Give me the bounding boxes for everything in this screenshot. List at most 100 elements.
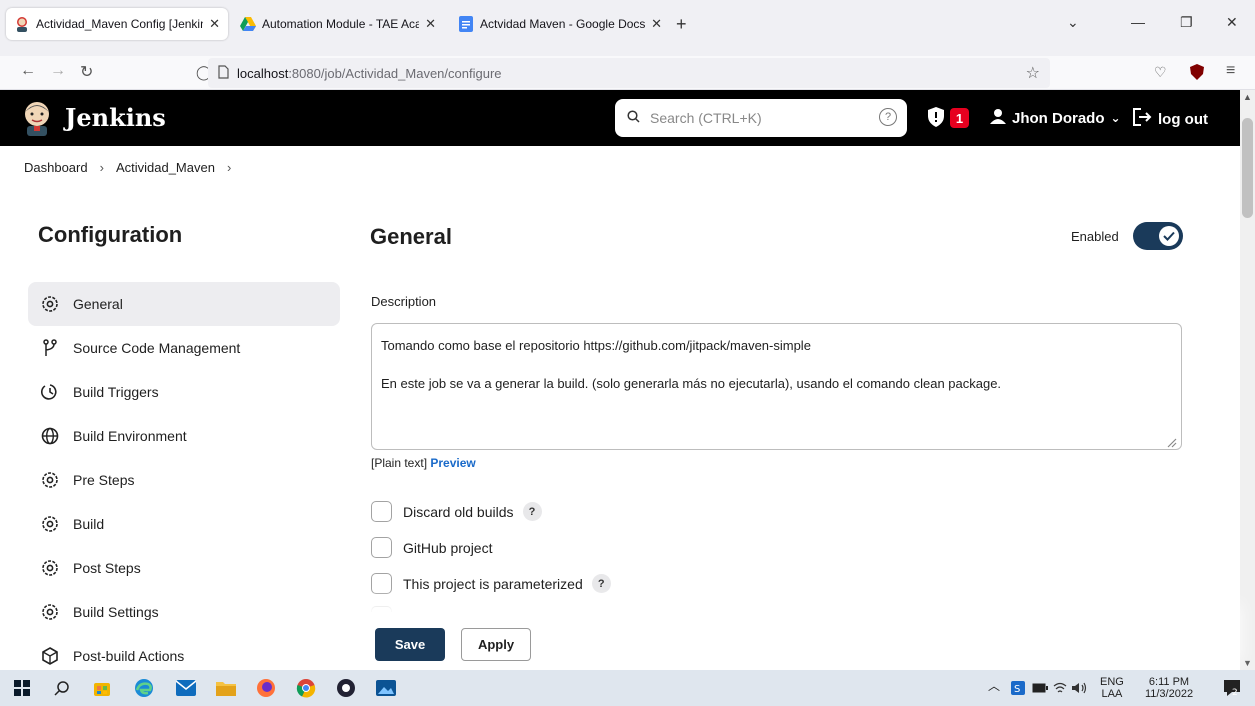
tab-label: Actvidad Maven - Google Docs	[480, 17, 646, 31]
store-icon[interactable]	[92, 678, 112, 698]
tab-label: Actividad_Maven Config [Jenkins]	[36, 17, 204, 31]
scroll-down-icon[interactable]: ▼	[1243, 658, 1252, 668]
globe-icon	[40, 426, 60, 446]
cube-icon	[40, 646, 60, 666]
tray-app-icon[interactable]: S	[1008, 678, 1028, 698]
logout-label: log out	[1158, 110, 1208, 128]
user-menu[interactable]: Jhon Dorado ⌄	[990, 108, 1121, 128]
browser-tab-drive[interactable]: Automation Module - TAE Acad ✕	[232, 8, 444, 40]
reload-icon[interactable]: ↻	[80, 62, 93, 82]
battery-icon[interactable]	[1030, 678, 1050, 698]
app-icon[interactable]	[336, 678, 356, 698]
scroll-up-icon[interactable]: ▲	[1243, 92, 1252, 102]
tray-expand-icon[interactable]: ︿	[988, 680, 1000, 692]
sidebar-item-build[interactable]: Build	[28, 502, 340, 546]
scrollbar-thumb[interactable]	[1242, 118, 1253, 218]
hamburger-menu-icon[interactable]: ≡	[1226, 62, 1235, 80]
option-github-project[interactable]: GitHub project	[371, 537, 492, 558]
resize-grip-icon[interactable]	[1165, 436, 1177, 451]
sidebar-item-build-environment[interactable]: Build Environment	[28, 414, 340, 458]
tab-label: Automation Module - TAE Acad	[262, 17, 420, 31]
search-icon[interactable]	[52, 678, 72, 698]
sidebar-item-post-steps[interactable]: Post Steps	[28, 546, 340, 590]
bookmark-star-icon[interactable]: ☆	[1026, 63, 1040, 83]
apply-button[interactable]: Apply	[461, 628, 531, 661]
jenkins-search-input[interactable]: Search (CTRL+K) ?	[615, 99, 907, 137]
notification-center-icon[interactable]: 2	[1222, 678, 1242, 698]
sidebar-item-source-code-management[interactable]: Source Code Management	[28, 326, 340, 370]
plain-text-label: [Plain text]	[371, 456, 428, 470]
mail-icon[interactable]	[176, 678, 196, 698]
preview-link[interactable]: Preview	[430, 456, 475, 470]
sidebar-item-pre-steps[interactable]: Pre Steps	[28, 458, 340, 502]
chrome-icon[interactable]	[296, 678, 316, 698]
option-discard-old-builds[interactable]: Discard old builds ?	[371, 501, 542, 522]
branch-icon	[40, 338, 60, 358]
volume-icon[interactable]	[1070, 678, 1090, 698]
github-project-checkbox[interactable]	[371, 537, 392, 558]
jenkins-header: Jenkins Search (CTRL+K) ? 1 Jhon Dorado …	[0, 90, 1240, 146]
close-icon[interactable]: ✕	[425, 16, 436, 32]
discard-old-builds-checkbox[interactable]	[371, 501, 392, 522]
sidebar-item-label: Build Settings	[73, 604, 159, 620]
close-icon[interactable]: ✕	[651, 16, 662, 32]
back-arrow-icon[interactable]: ←	[20, 62, 36, 80]
chevron-right-icon: ›	[99, 160, 104, 175]
ublock-icon[interactable]	[1190, 64, 1204, 85]
clock-icon	[40, 382, 60, 402]
language-indicator[interactable]: ENG LAA	[1100, 676, 1124, 700]
tab-list-chevron-icon[interactable]: ⌄	[1067, 14, 1079, 31]
notification-badge[interactable]: 1	[950, 108, 969, 128]
gear-icon	[40, 602, 60, 622]
browser-nav-bar: ← → ↻ ◯ localhost:8080/job/Actividad_Mav…	[0, 56, 1255, 90]
pocket-icon[interactable]: ♡	[1154, 64, 1167, 81]
page-scrollbar[interactable]: ▲ ▼	[1240, 90, 1255, 670]
windows-start-icon[interactable]	[12, 678, 32, 698]
help-icon[interactable]: ?	[522, 502, 542, 521]
sidebar-item-build-settings[interactable]: Build Settings	[28, 590, 340, 634]
logout-link[interactable]: log out	[1132, 108, 1208, 130]
url-bar[interactable]: localhost:8080/job/Actividad_Maven/confi…	[208, 58, 1050, 88]
gear-icon	[40, 470, 60, 490]
wifi-icon[interactable]	[1050, 678, 1070, 698]
sidebar-item-build-triggers[interactable]: Build Triggers	[28, 370, 340, 414]
edge-icon[interactable]	[134, 678, 154, 698]
windows-taskbar: ︿ S ENG LAA 6:11 PM 11/3/2022 2	[0, 670, 1255, 706]
breadcrumb-job[interactable]: Actividad_Maven	[116, 160, 215, 175]
search-help-icon[interactable]: ?	[879, 108, 897, 126]
option-parameterized[interactable]: This project is parameterized ?	[371, 573, 611, 594]
new-tab-plus-icon[interactable]: +	[676, 14, 687, 35]
chevron-right-icon[interactable]: ›	[227, 160, 231, 175]
gear-icon	[40, 514, 60, 534]
url-host: localhost	[237, 65, 289, 81]
close-icon[interactable]: ✕	[209, 16, 220, 32]
file-explorer-icon[interactable]	[216, 678, 236, 698]
security-shield-icon[interactable]	[928, 107, 944, 130]
parameterized-checkbox[interactable]	[371, 573, 392, 594]
jenkins-title[interactable]: Jenkins	[65, 103, 166, 132]
url-path: :8080/job/Actividad_Maven/configure	[288, 65, 502, 81]
lang-bottom: LAA	[1101, 688, 1123, 700]
window-close-icon[interactable]: ✕	[1226, 14, 1238, 31]
sidebar-item-general[interactable]: General	[28, 282, 340, 326]
chevron-down-icon: ⌄	[1110, 111, 1121, 125]
jenkins-logo-icon[interactable]	[20, 100, 54, 136]
photos-icon[interactable]	[376, 678, 396, 698]
browser-tab-jenkins[interactable]: Actividad_Maven Config [Jenkins] ✕	[6, 8, 228, 40]
clock[interactable]: 6:11 PM 11/3/2022	[1136, 676, 1202, 700]
save-button[interactable]: Save	[375, 628, 445, 661]
forward-arrow-icon[interactable]: →	[50, 62, 66, 80]
search-icon	[627, 110, 640, 126]
sidebar-item-label: Build Triggers	[73, 384, 159, 400]
enabled-toggle[interactable]	[1133, 222, 1183, 250]
breadcrumb-dashboard[interactable]: Dashboard	[24, 160, 88, 175]
browser-tab-strip: Actividad_Maven Config [Jenkins] ✕ Autom…	[0, 0, 1255, 56]
minimize-icon[interactable]: —	[1131, 14, 1145, 30]
description-textarea[interactable]: Tomando como base el repositorio https:/…	[371, 323, 1182, 450]
help-icon[interactable]: ?	[591, 574, 611, 593]
description-format: [Plain text] Preview	[371, 456, 476, 470]
restore-icon[interactable]: ❐	[1180, 14, 1193, 31]
firefox-icon[interactable]	[256, 678, 276, 698]
browser-tab-docs[interactable]: Actvidad Maven - Google Docs ✕	[450, 8, 670, 40]
breadcrumb: Dashboard › Actividad_Maven ›	[24, 160, 231, 175]
